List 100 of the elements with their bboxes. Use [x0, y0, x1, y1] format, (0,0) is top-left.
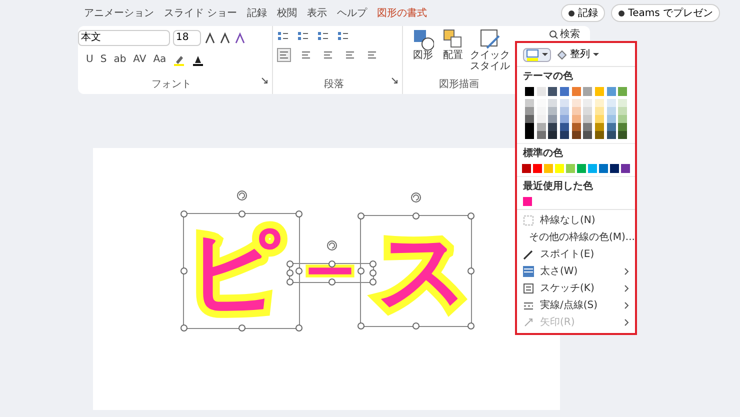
menu-item[interactable]: 太さ(W) — [517, 263, 635, 280]
shade-column[interactable] — [572, 99, 580, 139]
resize-handle[interactable] — [238, 324, 245, 332]
format-button[interactable]: S — [100, 52, 107, 67]
color-swatch[interactable] — [610, 164, 619, 173]
rotate-handle-icon[interactable] — [326, 240, 337, 251]
rotate-handle-icon[interactable] — [236, 190, 247, 201]
decrease-indent-icon[interactable] — [317, 30, 329, 42]
wordart-text: ー — [306, 268, 354, 278]
group-label: フォント — [152, 78, 192, 92]
increase-indent-icon[interactable] — [337, 30, 349, 42]
caret-icon — [593, 52, 599, 56]
resize-handle[interactable] — [180, 210, 188, 218]
resize-handle[interactable] — [468, 268, 474, 274]
sketch-icon — [523, 283, 534, 294]
search-button[interactable]: 検索 — [549, 28, 580, 40]
resize-handle[interactable] — [180, 268, 188, 274]
menu-item[interactable]: スポイト(E) — [517, 246, 635, 263]
resize-handle[interactable] — [412, 322, 420, 330]
shrink-font-icon[interactable] — [219, 32, 231, 44]
align-left-icon[interactable] — [277, 48, 291, 62]
present-button[interactable]: Teams でプレゼン — [611, 4, 720, 22]
color-swatch[interactable] — [572, 87, 581, 96]
resize-handle[interactable] — [296, 210, 302, 218]
color-swatch[interactable] — [522, 164, 531, 173]
resize-handle[interactable] — [358, 212, 364, 220]
color-swatch[interactable] — [618, 87, 628, 96]
resize-handle[interactable] — [468, 322, 474, 330]
dialog-launcher-icon[interactable] — [261, 77, 268, 84]
ribbon-tab[interactable]: スライド ショー — [164, 6, 238, 20]
shade-column[interactable] — [560, 99, 569, 139]
resize-handle[interactable] — [468, 212, 474, 220]
record-icon — [568, 10, 576, 16]
menu-item[interactable]: 枠線なし(N) — [517, 212, 635, 229]
ribbon-tab[interactable]: 図形の書式 — [377, 6, 428, 20]
ribbon-button[interactable]: 配置 — [439, 28, 467, 61]
bullets-icon[interactable] — [277, 30, 289, 42]
resize-handle[interactable] — [328, 260, 335, 268]
color-swatch[interactable] — [523, 197, 532, 206]
shade-column[interactable] — [618, 99, 627, 139]
dash-icon — [523, 300, 534, 311]
shade-column[interactable] — [583, 99, 592, 139]
highlighter-icon[interactable] — [173, 54, 186, 66]
dialog-launcher-icon[interactable] — [391, 77, 398, 84]
color-swatch[interactable] — [566, 164, 575, 173]
menu-item[interactable]: スケッチ(K) — [517, 280, 635, 297]
ribbon-button[interactable]: 図形 — [409, 28, 437, 61]
resize-handle[interactable] — [412, 212, 420, 220]
group-label: 図形描画 — [439, 78, 479, 92]
ribbon-tab[interactable]: 校閲 — [277, 6, 298, 20]
format-button[interactable]: Aa — [153, 52, 166, 67]
menu-item[interactable]: その他の枠線の色(M)... — [517, 229, 635, 246]
numbering-icon[interactable] — [297, 30, 309, 42]
arrow-style-icon — [523, 317, 534, 328]
resize-handle[interactable] — [180, 324, 188, 332]
color-swatch[interactable] — [544, 164, 553, 173]
color-swatch[interactable] — [555, 164, 564, 173]
color-swatch[interactable] — [548, 87, 558, 96]
clear-format-icon[interactable] — [234, 32, 246, 44]
resize-handle[interactable] — [328, 278, 335, 286]
resize-handle[interactable] — [238, 210, 245, 218]
color-swatch[interactable] — [525, 87, 534, 96]
shade-column[interactable] — [606, 99, 616, 139]
resize-handle[interactable] — [358, 322, 364, 330]
arrange-dropdown[interactable]: 整列 — [557, 47, 599, 62]
stack-icon — [557, 50, 567, 60]
ribbon-tab[interactable]: 記録 — [247, 6, 268, 20]
color-swatch[interactable] — [583, 87, 592, 96]
record-button[interactable]: 記録 — [561, 4, 606, 22]
format-button[interactable]: U — [86, 52, 94, 67]
menu-item[interactable]: 実線/点線(S) — [517, 297, 635, 314]
font-size-field[interactable]: 18 — [173, 30, 201, 46]
color-swatch[interactable] — [621, 164, 630, 173]
color-swatch[interactable] — [536, 87, 546, 96]
ribbon-tab[interactable]: アニメーション — [84, 6, 154, 20]
format-button[interactable]: AV — [133, 52, 146, 67]
grow-font-icon[interactable] — [204, 32, 216, 44]
shade-column[interactable] — [525, 99, 534, 139]
ribbon-tab[interactable]: 表示 — [307, 6, 328, 20]
color-swatch[interactable] — [577, 164, 586, 173]
rotate-handle-icon[interactable] — [410, 192, 422, 203]
color-swatch[interactable] — [595, 87, 604, 96]
ribbon-button[interactable]: クイックスタイル — [469, 28, 511, 72]
shade-column[interactable] — [548, 99, 557, 139]
color-swatch[interactable] — [588, 164, 597, 173]
section-title: 最近使用した色 — [517, 176, 635, 194]
font-color-icon[interactable] — [192, 54, 204, 66]
outline-color-button[interactable] — [523, 48, 551, 62]
format-button[interactable]: ab — [114, 52, 126, 67]
search-icon — [549, 30, 558, 38]
section-title: テーマの色 — [522, 70, 574, 84]
color-swatch[interactable] — [533, 164, 542, 173]
color-swatch[interactable] — [606, 87, 616, 96]
color-swatch[interactable] — [560, 87, 569, 96]
color-swatch[interactable] — [599, 164, 608, 173]
font-name-field[interactable]: 本文 — [78, 30, 170, 46]
section-title: 標準の色 — [517, 143, 635, 161]
resize-handle[interactable] — [296, 324, 302, 332]
caret-icon — [542, 52, 548, 56]
ribbon-tab[interactable]: ヘルプ — [337, 6, 368, 20]
